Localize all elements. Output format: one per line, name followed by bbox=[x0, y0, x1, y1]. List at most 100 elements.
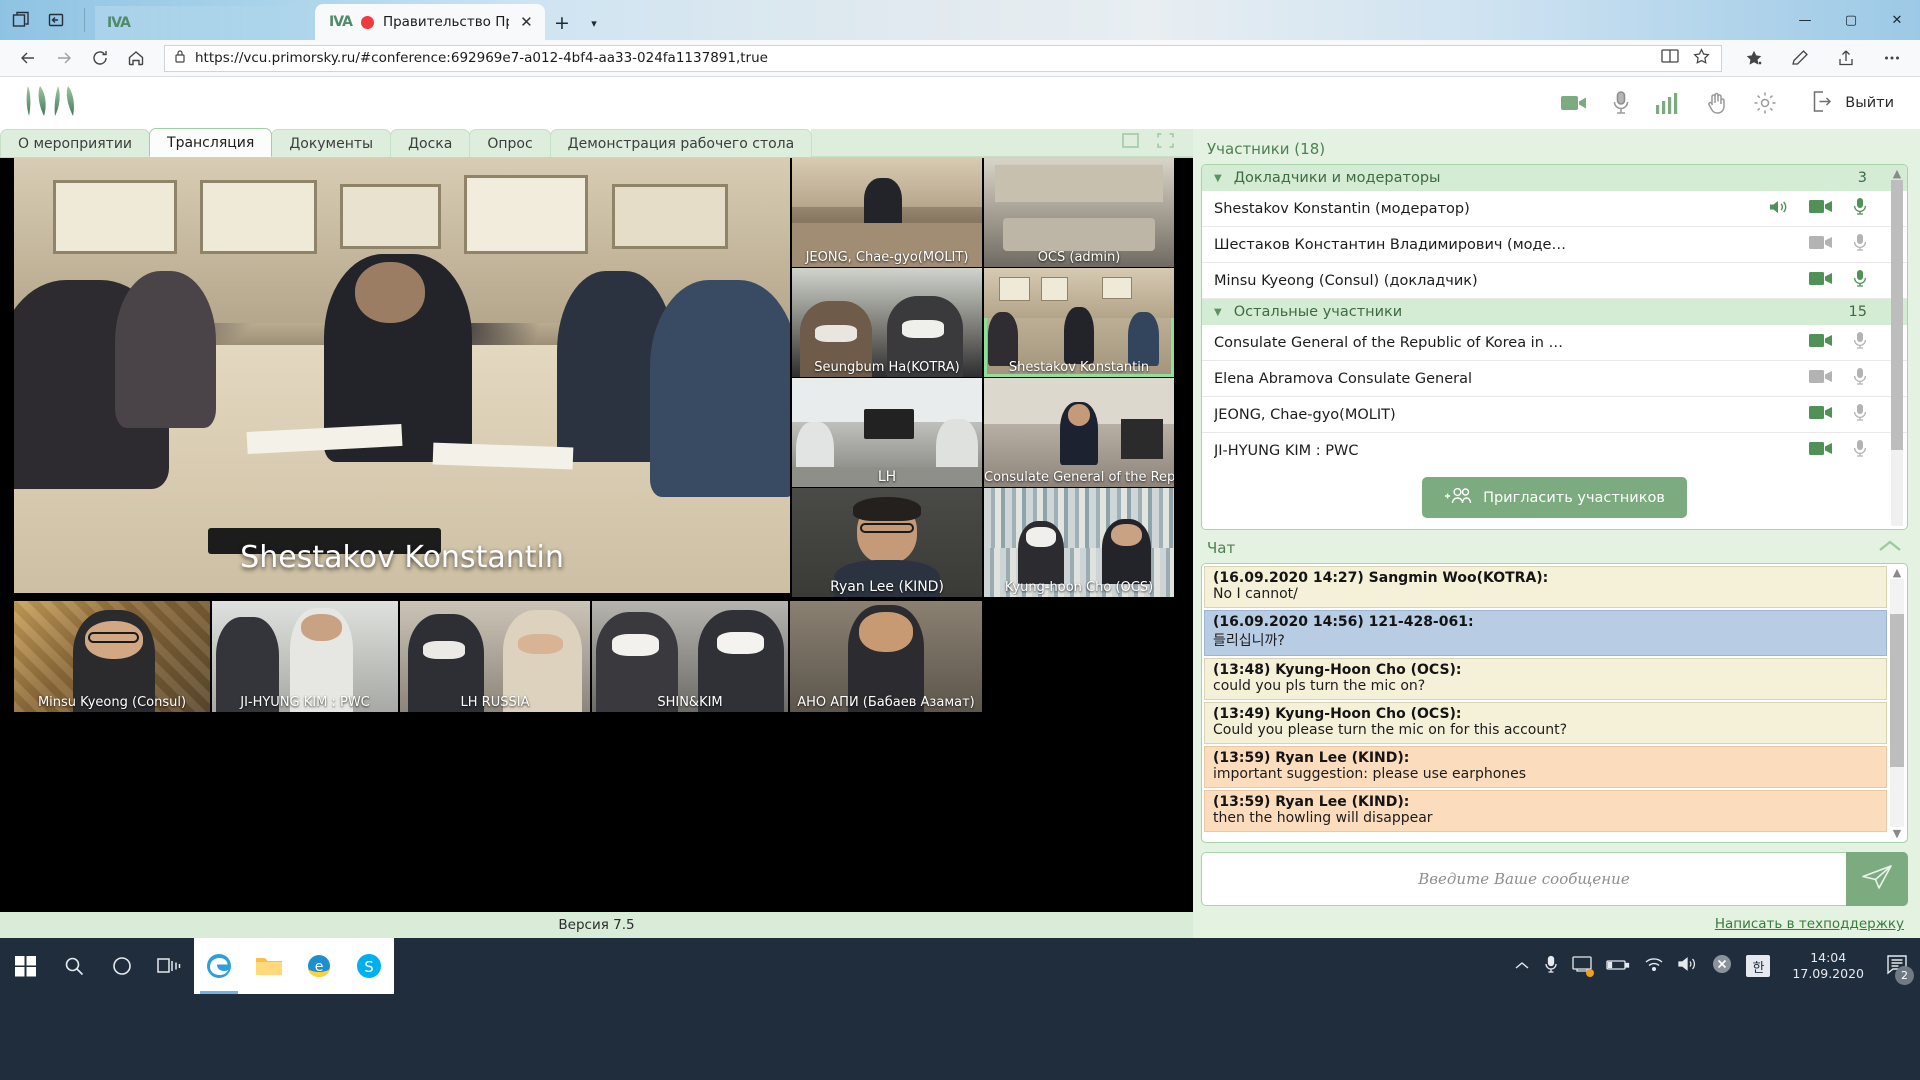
star-icon[interactable] bbox=[1692, 47, 1711, 70]
reload-icon[interactable] bbox=[84, 43, 116, 73]
video-tile-shin-kim[interactable]: SHIN&KIM bbox=[592, 601, 788, 712]
taskbar-app-edge[interactable] bbox=[194, 938, 244, 994]
chevron-up-icon[interactable] bbox=[1878, 539, 1902, 557]
camera-icon[interactable] bbox=[1809, 405, 1833, 424]
scroll-up-arrow-icon[interactable]: ▲ bbox=[1893, 168, 1901, 180]
scroll-thumb[interactable] bbox=[1890, 613, 1904, 768]
share-icon[interactable] bbox=[1830, 43, 1862, 73]
logout-button[interactable]: Выйти bbox=[1810, 90, 1894, 117]
battery-icon[interactable] bbox=[1606, 957, 1630, 976]
scroll-track[interactable] bbox=[1891, 180, 1903, 526]
microphone-icon[interactable] bbox=[1544, 955, 1558, 978]
video-tile-kyung-hoon-cho[interactable]: Kyung-hoon Cho (OCS) bbox=[984, 488, 1174, 597]
camera-icon[interactable] bbox=[1809, 199, 1833, 218]
pen-icon[interactable] bbox=[1784, 43, 1816, 73]
onedrive-error-icon[interactable] bbox=[1712, 954, 1732, 978]
camera-icon[interactable] bbox=[1809, 369, 1833, 388]
camera-icon[interactable] bbox=[1560, 92, 1588, 114]
wifi-icon[interactable] bbox=[1644, 956, 1664, 976]
video-tile-main[interactable]: Shestakov Konstantin bbox=[14, 158, 790, 593]
reading-view-icon[interactable] bbox=[1660, 47, 1680, 69]
participant-row[interactable]: JEONG, Chae-gyo(MOLIT) bbox=[1202, 397, 1907, 433]
tab-doska[interactable]: Доска bbox=[390, 129, 471, 157]
microphone-icon[interactable] bbox=[1853, 269, 1867, 292]
scroll-up-arrow-icon[interactable]: ▲ bbox=[1893, 566, 1901, 579]
chat-scrollbar[interactable]: ▲ ▼ bbox=[1889, 566, 1905, 840]
participant-row[interactable]: Minsu Kyeong (Consul) (докладчик) bbox=[1202, 263, 1907, 299]
tab-dokumenty[interactable]: Документы bbox=[271, 129, 392, 157]
video-tile-ocs-admin[interactable]: OCS (admin) bbox=[984, 158, 1174, 267]
notifications-button[interactable]: 2 bbox=[1886, 953, 1914, 985]
video-tile-ryan-lee[interactable]: Ryan Lee (KIND) bbox=[792, 488, 982, 597]
chat-input[interactable]: Введите Ваше сообщение bbox=[1201, 852, 1846, 906]
fullscreen-icon[interactable] bbox=[1156, 131, 1175, 154]
microphone-icon[interactable] bbox=[1853, 367, 1867, 390]
microphone-icon[interactable] bbox=[1853, 439, 1867, 462]
raise-hand-icon[interactable] bbox=[1704, 90, 1730, 116]
video-tile-seungbum-ha[interactable]: Seungbum Ha(KOTRA) bbox=[792, 268, 982, 377]
chat-message[interactable]: (16.09.2020 14:27) Sangmin Woo(KOTRA): N… bbox=[1204, 566, 1887, 608]
scroll-thumb[interactable] bbox=[1891, 180, 1903, 450]
chat-message[interactable]: (13:49) Kyung-Hoon Cho (OCS): Could you … bbox=[1204, 702, 1887, 744]
taskbar-app-skype[interactable]: S bbox=[344, 938, 394, 994]
search-icon[interactable] bbox=[50, 938, 98, 994]
participant-row[interactable]: Consulate General of the Republic of Kor… bbox=[1202, 325, 1907, 361]
home-icon[interactable] bbox=[120, 43, 152, 73]
video-tile-lh[interactable]: LH bbox=[792, 378, 982, 487]
ime-korean-icon[interactable]: 한 bbox=[1746, 955, 1771, 977]
chat-message[interactable]: (13:48) Kyung-Hoon Cho (OCS): could you … bbox=[1204, 658, 1887, 700]
gear-icon[interactable] bbox=[1752, 90, 1778, 116]
participant-row[interactable]: Elena Abramova Consulate General bbox=[1202, 361, 1907, 397]
chevron-down-icon[interactable]: ▾ bbox=[579, 6, 609, 40]
address-bar[interactable]: https://vcu.primorsky.ru/#conference:692… bbox=[164, 44, 1722, 72]
video-tile-ji-hyung-kim[interactable]: JI-HYUNG KIM : PWC bbox=[212, 601, 398, 712]
video-tile-shestakov-small[interactable]: Shestakov Konstantin bbox=[984, 268, 1174, 377]
windows-start-icon[interactable] bbox=[2, 938, 50, 994]
video-tile-lh-russia[interactable]: LH RUSSIA bbox=[400, 601, 590, 712]
participant-row[interactable]: Shestakov Konstantin (модератор) bbox=[1202, 191, 1907, 227]
camera-icon[interactable] bbox=[1809, 333, 1833, 352]
scroll-down-arrow-icon[interactable]: ▼ bbox=[1893, 827, 1901, 840]
volume-icon[interactable] bbox=[1678, 956, 1698, 976]
speaker-icon[interactable] bbox=[1769, 199, 1789, 219]
microphone-icon[interactable] bbox=[1853, 233, 1867, 256]
microphone-icon[interactable] bbox=[1853, 197, 1867, 220]
ellipsis-icon[interactable] bbox=[1876, 43, 1908, 73]
tab-o-meropriyatii[interactable]: О мероприятии bbox=[0, 129, 151, 157]
maximize-button[interactable]: ▢ bbox=[1828, 0, 1874, 40]
microphone-icon[interactable] bbox=[1853, 403, 1867, 426]
camera-icon[interactable] bbox=[1809, 271, 1833, 290]
chevron-up-icon[interactable] bbox=[1514, 957, 1530, 976]
scroll-track[interactable] bbox=[1890, 579, 1904, 827]
screen-cast-icon[interactable] bbox=[1572, 955, 1595, 977]
signal-bars-icon[interactable] bbox=[1654, 91, 1682, 115]
participants-scrollbar[interactable]: ▲ bbox=[1890, 168, 1904, 526]
tab-translyaciya[interactable]: Трансляция bbox=[149, 128, 273, 157]
microphone-icon[interactable] bbox=[1610, 90, 1632, 116]
minimize-button[interactable]: — bbox=[1782, 0, 1828, 40]
camera-icon[interactable] bbox=[1809, 441, 1833, 460]
chat-message[interactable]: (13:59) Ryan Lee (KIND): important sugge… bbox=[1204, 746, 1887, 788]
taskbar-app-internet-explorer[interactable]: e bbox=[294, 938, 344, 994]
support-link[interactable]: Написать в техподдержку bbox=[1715, 916, 1904, 932]
single-view-icon[interactable] bbox=[1121, 131, 1140, 154]
video-tile-consulate-general[interactable]: Consulate General of the Republi bbox=[984, 378, 1174, 487]
close-window-button[interactable]: ✕ bbox=[1874, 0, 1920, 40]
tab-demonstraciya[interactable]: Демонстрация рабочего стола bbox=[549, 129, 813, 157]
camera-icon[interactable] bbox=[1809, 235, 1833, 254]
browser-tab-inactive[interactable]: IVA bbox=[95, 6, 315, 40]
video-tile-jeong[interactable]: JEONG, Chae-gyo(MOLIT) bbox=[792, 158, 982, 267]
participant-row[interactable]: JI-HYUNG KIM : PWC bbox=[1202, 433, 1907, 468]
collections-icon[interactable] bbox=[44, 7, 70, 33]
favorites-icon[interactable] bbox=[1738, 43, 1770, 73]
task-view-icon[interactable] bbox=[146, 938, 194, 994]
cortana-circle-icon[interactable] bbox=[98, 938, 146, 994]
browser-tab-active[interactable]: IVA Правительство Пр ✕ bbox=[315, 4, 545, 40]
forward-arrow-icon[interactable] bbox=[48, 43, 80, 73]
video-tile-ano-api[interactable]: АНО АПИ (Бабаев Азамат) bbox=[790, 601, 982, 712]
chat-message[interactable]: (16.09.2020 14:56) 121-428-061: 들리십니까? bbox=[1204, 610, 1887, 656]
participants-group-speakers[interactable]: ▼ Докладчики и модераторы 3 bbox=[1202, 165, 1907, 191]
participant-row[interactable]: Шестаков Константин Владимирович (моде… bbox=[1202, 227, 1907, 263]
participants-group-others[interactable]: ▼ Остальные участники 15 bbox=[1202, 299, 1907, 325]
close-tab-icon[interactable]: ✕ bbox=[518, 13, 535, 31]
